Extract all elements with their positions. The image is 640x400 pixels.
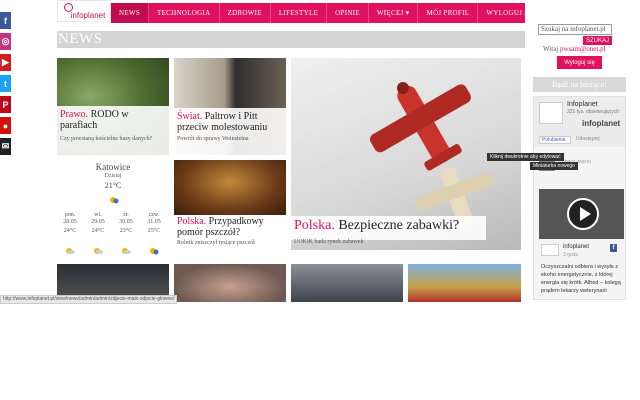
- news-headline: Polska. Przypadkowy pomór pszczół?: [177, 216, 264, 238]
- play-icon[interactable]: [567, 198, 599, 230]
- nav-technologia[interactable]: TECHNOLOGIA: [149, 3, 220, 23]
- nav-wyloguj[interactable]: WYLOGUJ SIĘ: [478, 3, 545, 23]
- fb-page-followers: 221 tys. obserwujących: [567, 109, 619, 115]
- weather-day: śr. 30.05: [119, 212, 133, 225]
- fb-video[interactable]: [539, 189, 624, 239]
- weather-widget: Katowice Dzisiaj 21°C pon. 28.05 wt. 29.05…: [57, 160, 169, 255]
- news-card[interactable]: [291, 264, 403, 302]
- nav-moj-profil[interactable]: MÓJ PROFIL: [418, 3, 479, 23]
- facebook-icon: f: [610, 244, 617, 252]
- section-title: NEWS: [57, 31, 525, 48]
- weather-day-temp: 25°C: [147, 228, 161, 234]
- fb-post-text: Oczyszczalni odbiera i wysyła z ekoho en…: [541, 264, 621, 294]
- news-card[interactable]: [174, 264, 286, 302]
- thumb-tooltip: Miniaturka nowego: [530, 162, 578, 170]
- weather-day-temp: 24°C: [91, 228, 105, 234]
- logo-text: infoplanet: [70, 10, 106, 20]
- news-headline: Prawo. RODO w parafiach: [60, 109, 129, 131]
- nav-lifestyle[interactable]: LIFESTYLE: [271, 3, 328, 23]
- twitter-icon[interactable]: t: [0, 75, 11, 92]
- sun-cloud-icon: [121, 242, 131, 254]
- fb-like-button[interactable]: Polubienia: [539, 136, 571, 144]
- news-desc: Powrót do sprawy Weinsteina: [177, 136, 249, 142]
- sun-cloud-icon: [93, 242, 103, 254]
- welcome-user[interactable]: pwsam@onet.pl: [560, 45, 606, 53]
- fb-post-avatar: [541, 244, 559, 256]
- search-button[interactable]: SZUKAJ: [583, 36, 612, 45]
- fb-post-author[interactable]: infoplanet: [563, 244, 589, 250]
- welcome-text: Witaj pwsam@onet.pl: [543, 45, 606, 53]
- weather-city: Katowice: [95, 162, 131, 172]
- social-sidebar: f ◎ ▶ t P ● ✉: [0, 12, 11, 159]
- fb-page-name[interactable]: Infoplanet: [567, 101, 598, 108]
- sun-cloud-icon: [149, 242, 159, 255]
- uptodate-header: Bądź na bieżąco!: [533, 77, 626, 92]
- welcome-prefix: Witaj: [543, 45, 559, 53]
- weather-today-temp: 21°C: [104, 181, 122, 190]
- fb-page-avatar[interactable]: [539, 102, 563, 124]
- site-logo[interactable]: infoplanet: [57, 0, 111, 22]
- weather-day: pon. 28.05: [63, 212, 77, 225]
- fb-share-button[interactable]: Udostępnij: [576, 136, 600, 142]
- lastfm-icon[interactable]: ●: [0, 117, 11, 134]
- nav-opinie[interactable]: OPINIE: [327, 3, 369, 23]
- news-image: [174, 160, 286, 215]
- facebook-icon[interactable]: f: [0, 12, 11, 29]
- weather-day: wt. 29.05: [91, 212, 105, 225]
- featured-desc: UOKiK bada rynek zabawek: [294, 239, 364, 245]
- youtube-icon[interactable]: ▶: [0, 54, 11, 71]
- featured-headline: Polska. Bezpieczne zabawki?: [294, 218, 460, 233]
- sun-cloud-icon: [109, 191, 119, 204]
- logo-mark-icon: [64, 3, 73, 12]
- fb-cover: Infoplanet 221 tys. obserwujących infopl…: [534, 97, 625, 147]
- instagram-icon[interactable]: ◎: [0, 33, 11, 50]
- logout-button[interactable]: Wyloguj się: [557, 56, 602, 69]
- news-card[interactable]: [408, 264, 521, 302]
- news-card[interactable]: Polska. Przypadkowy pomór pszczół? Rolni…: [174, 160, 286, 255]
- search-input[interactable]: Szukaj na infoplanet.pl: [538, 24, 612, 35]
- news-card[interactable]: Prawo. RODO w parafiach Czy powstaną koś…: [57, 58, 169, 155]
- main-nav: NEWS TECHNOLOGIA ZDROWIE LIFESTYLE OPINI…: [111, 3, 545, 23]
- weather-day-temp: 24°C: [63, 228, 77, 234]
- fb-cover-title: infoplanet: [582, 119, 621, 128]
- weather-day: czw. 31.05: [147, 212, 161, 225]
- news-desc: Czy powstaną kościelne bazy danych?: [60, 136, 153, 142]
- weather-day-temp: 23°C: [119, 228, 133, 234]
- nav-wiecej[interactable]: WIĘCEJ ▾: [369, 3, 419, 23]
- news-card[interactable]: Świat. Paltrow i Pitt przeciw molestowan…: [174, 58, 286, 155]
- weather-today-label: Dzisiaj: [104, 173, 122, 179]
- status-bar-url: http://www.infoplanet.pl/view/news/admin…: [0, 295, 178, 304]
- news-desc: Rolnik zniszczył tysiące pszczół: [177, 240, 255, 246]
- nav-news[interactable]: NEWS: [111, 3, 150, 23]
- fb-post-time: 3 godz.: [563, 252, 580, 258]
- facebook-widget[interactable]: Infoplanet 221 tys. obserwujących infopl…: [533, 96, 626, 300]
- nav-zdrowie[interactable]: ZDROWIE: [220, 3, 271, 23]
- edit-tooltip: Kliknij dwukrotnie aby edytować: [487, 153, 564, 161]
- news-headline: Świat. Paltrow i Pitt przeciw molestowan…: [177, 111, 268, 133]
- sun-cloud-icon: [65, 242, 75, 254]
- pinterest-icon[interactable]: P: [0, 96, 11, 113]
- mail-icon[interactable]: ✉: [0, 138, 11, 155]
